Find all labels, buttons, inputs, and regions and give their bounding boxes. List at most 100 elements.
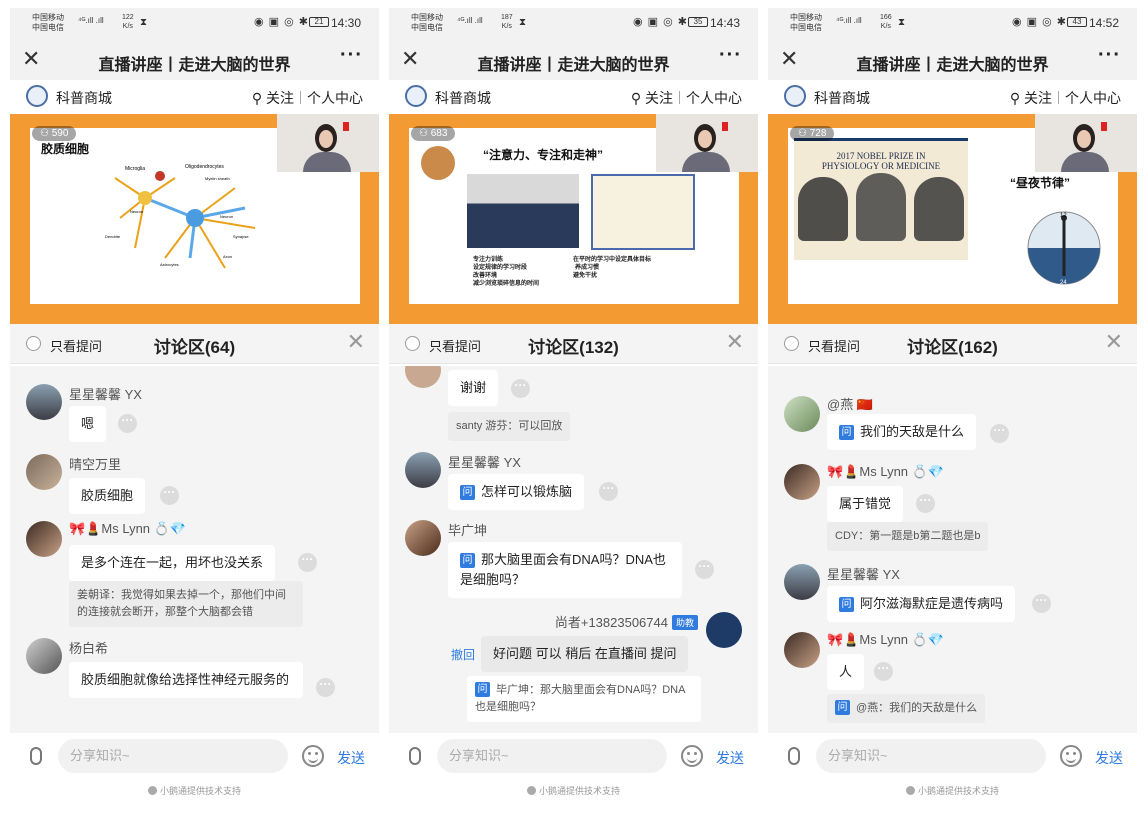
share-input[interactable]: 分享知识~ xyxy=(437,739,667,773)
avatar[interactable] xyxy=(784,632,820,668)
close-icon[interactable]: ✕ xyxy=(1105,329,1123,355)
send-button[interactable]: 发送 xyxy=(1095,748,1123,768)
avatar[interactable] xyxy=(706,612,742,648)
slide-label: Myelin sheath xyxy=(205,176,230,181)
personal-center-link[interactable]: 个人中心 xyxy=(1065,90,1121,106)
message-bubble[interactable]: 胶质细胞 xyxy=(69,478,146,514)
more-icon[interactable]: ··· xyxy=(695,560,714,579)
message-list[interactable]: @燕 🇨🇳 问我们的天敌是什么 ··· 🎀💄Ms Lynn 💍💎 属于错觉 ··… xyxy=(768,366,1137,733)
quoted-reply: 姜朝译：我觉得如果去掉一个，那他们中间的连接就会断开，那整个大脑都会错 xyxy=(69,581,303,627)
personal-center-link[interactable]: 个人中心 xyxy=(686,90,742,106)
message-bubble[interactable]: 嗯 xyxy=(69,406,107,442)
presenter-camera xyxy=(277,114,379,172)
message-list[interactable]: 谢谢 ··· santy 游芬：可以回放 星星馨馨 YX 问怎样可以锻炼脑 ··… xyxy=(389,366,758,733)
message-list[interactable]: 星星馨馨 YX 嗯 ··· 晴空万里 胶质细胞 ··· 🎀💄Ms Lynn 💍💎… xyxy=(10,366,379,733)
microphone-icon[interactable] xyxy=(30,747,42,765)
live-video[interactable]: 胶质细胞 Microglia Oligodendrocytes Myelin s… xyxy=(10,114,379,324)
nobel-heading: PHYSIOLOGY OR MEDICINE xyxy=(821,161,941,171)
live-video[interactable]: 2017 NOBEL PRIZE IN PHYSIOLOGY OR MEDICI… xyxy=(768,114,1137,324)
more-icon[interactable]: ··· xyxy=(160,486,179,505)
store-name[interactable]: 科普商城 xyxy=(435,88,491,108)
live-video[interactable]: “注意力、专注和走神” 专注力训练 设定规律的学习时段 改善环境 减少浏览琐碎信… xyxy=(389,114,758,324)
discussion-header: 只看提问 讨论区(64) ✕ xyxy=(10,324,379,364)
slide-title: “昼夜节律” xyxy=(1010,176,1071,190)
status-icons: ◉ ▣ ◎ ✱ xyxy=(633,16,688,28)
message-bubble[interactable]: 属于错觉 xyxy=(827,486,904,522)
emoji-icon[interactable] xyxy=(681,745,703,767)
share-input[interactable]: 分享知识~ xyxy=(58,739,288,773)
message-bubble[interactable]: 是多个连在一起，用坏也没关系 xyxy=(69,545,276,581)
head-illustration xyxy=(421,146,455,180)
close-icon[interactable]: ✕ xyxy=(726,329,744,355)
store-name[interactable]: 科普商城 xyxy=(814,88,870,108)
share-input[interactable]: 分享知识~ xyxy=(816,739,1046,773)
slide-text: 避免干扰 xyxy=(573,273,598,279)
avatar[interactable] xyxy=(26,521,62,557)
nobel-prize-image: 2017 NOBEL PRIZE IN PHYSIOLOGY OR MEDICI… xyxy=(794,138,968,260)
message-bubble[interactable]: 人 xyxy=(827,654,865,690)
slide-text: 在平时的学习中设定具体目标 xyxy=(573,257,652,263)
clock: 14:52 xyxy=(1088,16,1119,30)
message-bubble[interactable]: 问怎样可以锻炼脑 xyxy=(448,474,585,510)
avatar[interactable] xyxy=(26,454,62,490)
follow-link[interactable]: 关注 xyxy=(1024,90,1052,106)
network-speed-unit: K/s xyxy=(880,23,891,30)
message-bubble[interactable]: 胶质细胞就像给选择性神经元服务的 xyxy=(69,662,303,698)
laureate-portrait xyxy=(856,173,906,241)
store-name[interactable]: 科普商城 xyxy=(56,88,112,108)
search-icon[interactable]: ⚲ xyxy=(1010,90,1020,106)
avatar[interactable] xyxy=(26,638,62,674)
microphone-icon[interactable] xyxy=(409,747,421,765)
search-icon[interactable]: ⚲ xyxy=(252,90,262,106)
more-icon[interactable]: ··· xyxy=(1032,594,1051,613)
avatar[interactable] xyxy=(784,396,820,432)
follow-link[interactable]: 关注 xyxy=(645,90,673,106)
avatar[interactable] xyxy=(405,452,441,488)
message-bubble[interactable]: 问阿尔滋海默症是遗传病吗 xyxy=(827,586,1016,622)
message-bubble[interactable]: 好问题 可以 稍后 在直播间 提问 xyxy=(481,636,689,672)
nobel-heading: 2017 NOBEL PRIZE IN xyxy=(836,151,926,161)
avatar[interactable] xyxy=(784,464,820,500)
more-icon[interactable]: ··· xyxy=(874,662,893,681)
more-icon[interactable]: ··· xyxy=(1098,44,1121,67)
more-icon[interactable]: ··· xyxy=(990,424,1009,443)
emoji-icon[interactable] xyxy=(302,745,324,767)
follow-link[interactable]: 关注 xyxy=(266,90,294,106)
slide-label: Neuron xyxy=(220,214,233,219)
hourglass-icon: ⧗ xyxy=(519,17,527,28)
xiaoe-logo-icon xyxy=(147,786,157,795)
avatar[interactable] xyxy=(26,384,62,420)
classroom-photo xyxy=(467,174,579,248)
more-icon[interactable]: ··· xyxy=(340,44,363,67)
more-icon[interactable]: ··· xyxy=(599,482,618,501)
status-icons: ◉ ▣ ◎ ✱ xyxy=(254,16,309,28)
recall-button[interactable]: 撤回 xyxy=(451,646,475,663)
status-icons: ◉ ▣ ◎ ✱ xyxy=(1012,16,1067,28)
assistant-badge: 助教 xyxy=(671,615,698,630)
avatar[interactable] xyxy=(784,564,820,600)
personal-center-link[interactable]: 个人中心 xyxy=(307,90,363,106)
search-icon[interactable]: ⚲ xyxy=(631,90,641,106)
close-icon[interactable]: ✕ xyxy=(347,329,365,355)
send-button[interactable]: 发送 xyxy=(337,748,365,768)
more-icon[interactable]: ··· xyxy=(316,678,335,697)
message-bubble[interactable]: 问我们的天敌是什么 xyxy=(827,414,977,450)
more-icon[interactable]: ··· xyxy=(916,494,935,513)
signal-icon: ⁴ᴳ.ıll .ıll xyxy=(836,16,862,25)
divider xyxy=(300,91,301,104)
avatar[interactable] xyxy=(405,520,441,556)
more-icon[interactable]: ··· xyxy=(511,379,530,398)
message-bubble[interactable]: 谢谢 xyxy=(448,370,499,406)
emoji-icon[interactable] xyxy=(1060,745,1082,767)
avatar[interactable] xyxy=(405,366,441,388)
more-icon[interactable]: ··· xyxy=(118,414,137,433)
more-icon[interactable]: ··· xyxy=(298,553,317,572)
more-icon[interactable]: ··· xyxy=(719,44,742,67)
slide-label: Astrocytes xyxy=(160,262,179,267)
slide-text: 设定规律的学习时段 xyxy=(473,265,528,271)
discussion-header: 只看提问 讨论区(132) ✕ xyxy=(389,324,758,364)
send-button[interactable]: 发送 xyxy=(716,748,744,768)
microphone-icon[interactable] xyxy=(788,747,800,765)
clock-label: 24 xyxy=(1060,280,1067,286)
message-bubble[interactable]: 问那大脑里面会有DNA吗？DNA也是细胞吗？ xyxy=(448,542,682,598)
